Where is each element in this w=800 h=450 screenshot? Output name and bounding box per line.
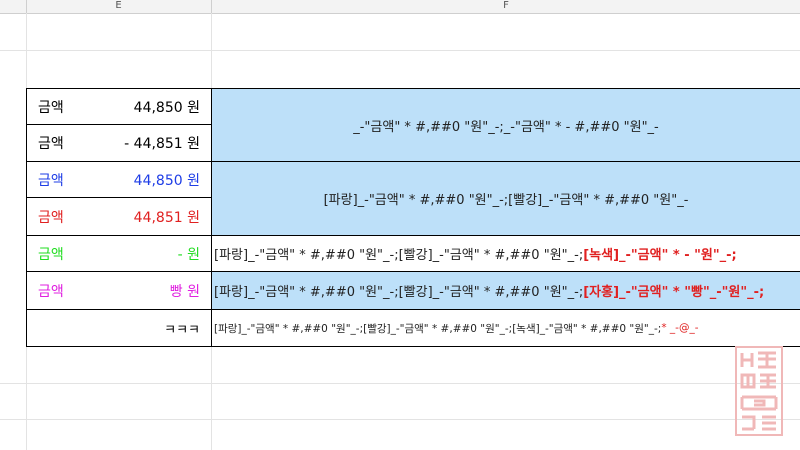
cell-amount-1[interactable]: 44,850 원 bbox=[100, 89, 200, 124]
column-separator[interactable] bbox=[26, 0, 27, 13]
format-cell-4[interactable]: [파랑]_-"금액" * #,##0 "원"_-;[빨강]_-"금액" * #,… bbox=[214, 272, 764, 309]
grid-line bbox=[0, 419, 800, 420]
column-header-f[interactable]: F bbox=[212, 0, 800, 13]
grid-line bbox=[0, 50, 800, 51]
cell-label-2[interactable]: 금액 bbox=[38, 125, 98, 161]
cell-label-7[interactable] bbox=[38, 310, 98, 346]
cell-amount-5[interactable]: - 원 bbox=[100, 236, 200, 271]
cell-amount-4[interactable]: 44,851 원 bbox=[100, 198, 200, 235]
format-cell-3[interactable]: [파랑]_-"금액" * #,##0 "원"_-;[빨강]_-"금액" * #,… bbox=[214, 236, 737, 271]
format-cell-1[interactable]: _-"금액" * #,##0 "원"_-;_-"금액" * - #,##0 "원… bbox=[212, 89, 800, 161]
cell-label-3[interactable]: 금액 bbox=[38, 162, 98, 197]
format-cell-5[interactable]: [파랑]_-"금액" * #,##0 "원"_-;[빨강]_-"금액" * #,… bbox=[214, 310, 698, 346]
cell-amount-2[interactable]: - 44,851 원 bbox=[100, 125, 200, 161]
cell-amount-7[interactable]: ㅋㅋㅋ bbox=[100, 310, 200, 346]
column-header-e[interactable]: E bbox=[26, 0, 211, 13]
column-header-bar: E F bbox=[0, 0, 800, 14]
cell-label-4[interactable]: 금액 bbox=[38, 198, 98, 235]
grid-line bbox=[0, 383, 800, 384]
cell-amount-3[interactable]: 44,850 원 bbox=[100, 162, 200, 197]
cell-label-6[interactable]: 금액 bbox=[38, 272, 98, 309]
cell-amount-6[interactable]: 빵 원 bbox=[100, 272, 200, 309]
cell-label-5[interactable]: 금액 bbox=[38, 236, 98, 271]
seal-stamp-icon bbox=[735, 346, 783, 436]
format-cell-2[interactable]: [파랑]_-"금액" * #,##0 "원"_-;[빨강]_-"금액" * #,… bbox=[212, 162, 800, 235]
cell-label-1[interactable]: 금액 bbox=[38, 89, 98, 124]
